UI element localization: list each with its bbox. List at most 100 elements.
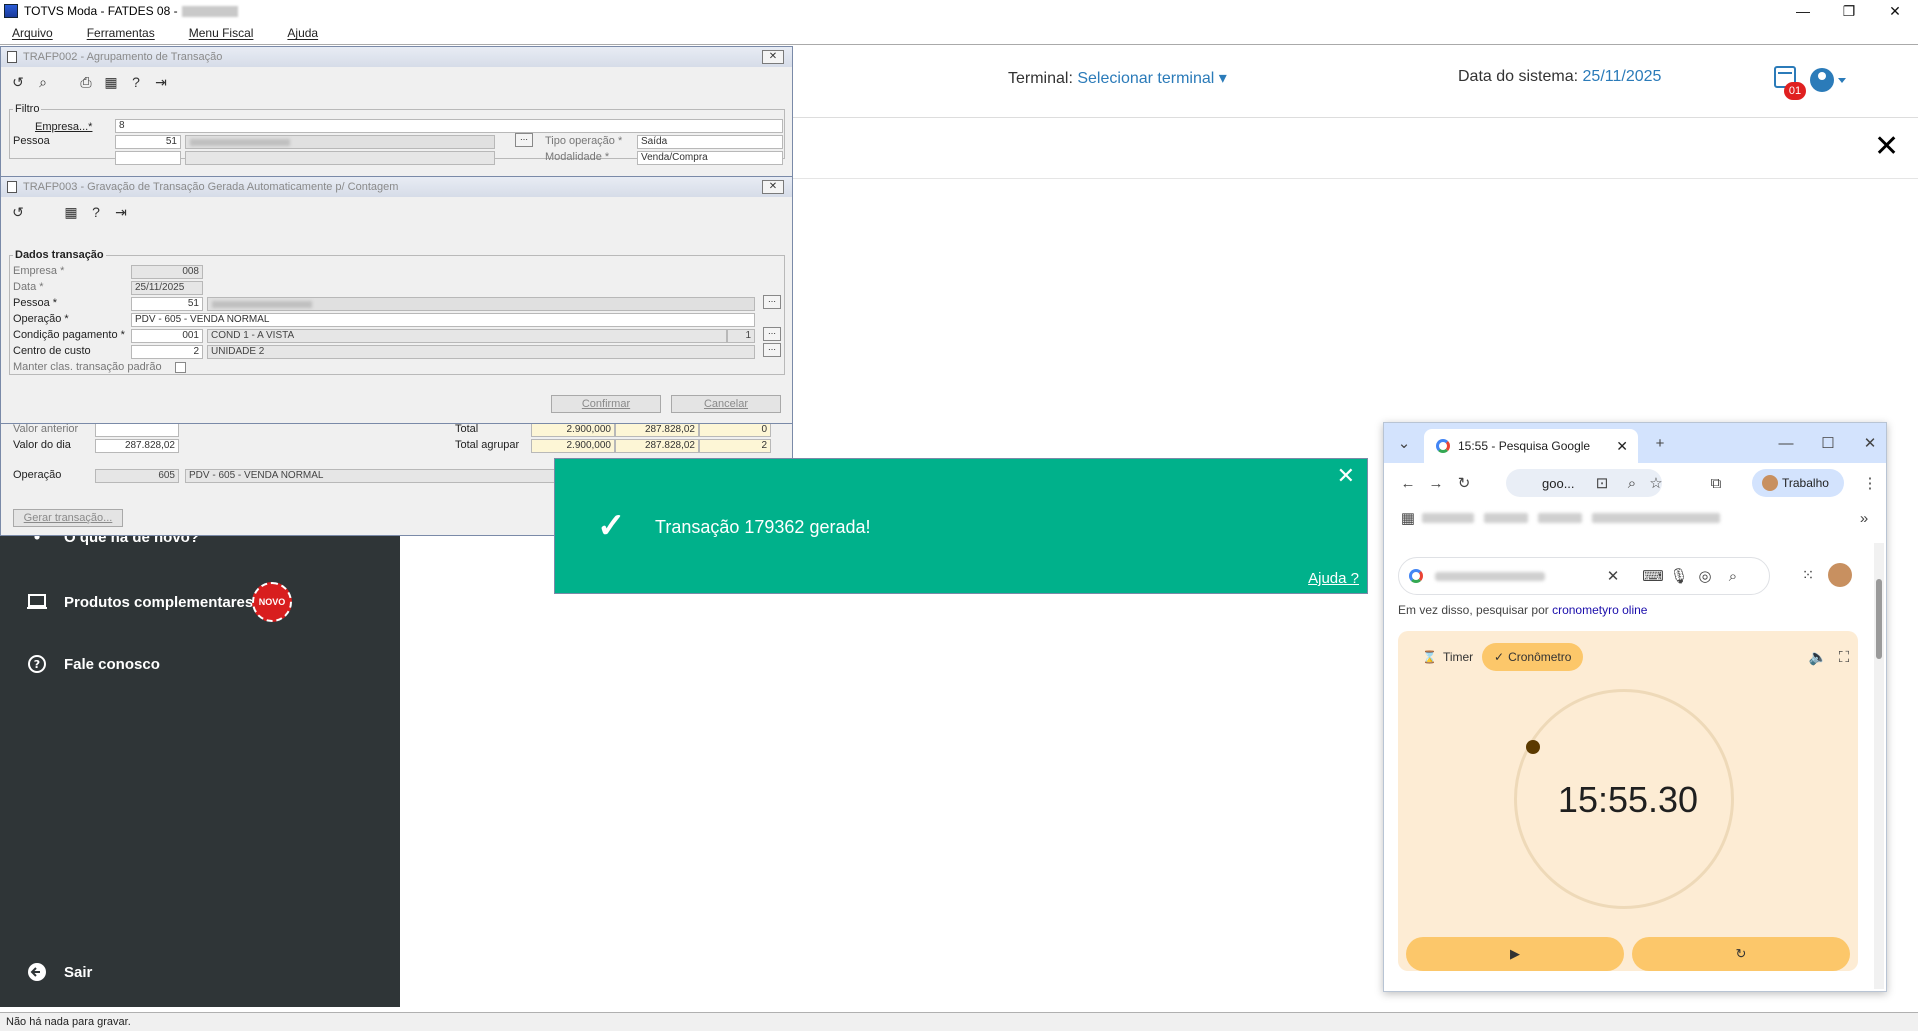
help-icon[interactable]: ? [125,73,147,91]
total-agrupar-qty: 2.900,000 [531,439,615,453]
date-label: Data do sistema: [1458,68,1579,85]
profile-chip[interactable]: Trabalho [1752,469,1844,497]
pessoa-input-2[interactable] [115,151,181,165]
modalidade-select[interactable]: Venda/Compra [637,151,783,165]
google-avatar[interactable] [1828,563,1852,587]
browser-minimize-icon[interactable]: — [1772,429,1800,457]
terminal-caret-icon[interactable]: ▾ [1219,70,1227,87]
bookmark-item[interactable] [1422,513,1474,523]
pessoa-input[interactable]: 51 [115,135,181,149]
help-circle-icon: ? [26,653,48,675]
menu-arquivo[interactable]: Arquivo [12,26,53,40]
print-icon[interactable]: ⎙ [75,73,97,91]
forward-icon[interactable]: → [1422,469,1450,497]
minimize-button[interactable]: — [1780,0,1826,22]
close-window-button[interactable]: ✕ [1872,0,1918,22]
valor-dia-input: 287.828,02 [95,439,179,453]
side-item-sair[interactable]: Sair [26,961,92,983]
cancel-button[interactable]: Cancelar [671,395,781,413]
pessoa-input[interactable]: 51 [131,297,203,311]
bookmark-item[interactable] [1484,513,1528,523]
gerar-transacao-label: Gerar transação... [23,512,113,524]
user-icon[interactable] [1810,68,1834,92]
filter-legend: Filtro [13,103,42,115]
clear-search-icon[interactable]: ✕ [1599,562,1627,590]
search-icon[interactable]: ⌕ [1719,562,1747,590]
dialog-close-button[interactable]: ✕ [762,180,784,194]
calendar-small-icon[interactable]: ▦ [60,203,82,221]
dialog-close-button[interactable]: ✕ [762,50,784,64]
maximize-button[interactable]: ❐ [1826,0,1872,22]
toast-close-icon[interactable]: ✕ [1337,465,1355,487]
gerar-transacao-button[interactable]: Gerar transação... [13,509,123,527]
toast-help-link[interactable]: Ajuda ? [1308,570,1359,587]
apps-grid-icon[interactable]: ▦ [1394,504,1422,532]
side-item-produtos[interactable]: Produtos complementares [26,591,253,613]
browser-menu-icon[interactable]: ⋮ [1856,469,1884,497]
tab-close-icon[interactable]: ✕ [1616,438,1628,455]
empresa-input[interactable]: 8 [115,119,783,133]
help-icon[interactable]: ? [85,203,107,221]
terminal-selector[interactable]: Terminal: Selecionar terminal ▾ [1008,68,1227,88]
side-item-fale-conosco[interactable]: ? Fale conosco [26,653,160,675]
browser-tabstrip: ⌄ 15:55 - Pesquisa Google ✕ + — ☐ ✕ [1384,423,1886,463]
tab-search-icon[interactable]: ⌄ [1390,429,1418,457]
extensions-icon[interactable]: ⧉ [1702,469,1730,497]
back-icon[interactable]: ← [1394,469,1422,497]
browser-close-icon[interactable]: ✕ [1856,429,1884,457]
confirm-button[interactable]: Confirmar [551,395,661,413]
mic-icon[interactable]: 🎙 [1665,562,1693,590]
fullscreen-icon[interactable]: ⛶ [1830,643,1858,671]
user-caret-icon[interactable] [1838,78,1846,83]
translate-icon[interactable]: ⊡ [1588,469,1616,497]
bookmark-star-icon[interactable]: ☆ [1642,469,1670,497]
new-tab-icon[interactable]: + [1646,429,1674,457]
bookmarks-more-icon[interactable]: » [1850,504,1878,532]
suggest-link[interactable]: cronometyro oline [1552,603,1647,617]
tipo-select[interactable]: Saída [637,135,783,149]
operacao-select[interactable]: PDV - 605 - VENDA NORMAL [131,313,755,327]
browser-tab[interactable]: 15:55 - Pesquisa Google ✕ [1424,429,1638,463]
web-close-icon[interactable]: ✕ [1874,132,1899,162]
sound-icon[interactable]: 🔈 [1804,643,1832,671]
reset-button[interactable]: ↻ [1632,937,1850,971]
total-qty: 2.900,000 [531,423,615,437]
window-titlebar: TOTVS Moda - FATDES 08 - [0,0,1918,22]
spelling-suggestion: Em vez disso, pesquisar por cronometyro … [1398,603,1647,617]
manter-label: Manter clas. transação padrão [13,361,162,373]
condicao-input[interactable]: 001 [131,329,203,343]
bookmark-item[interactable] [1592,513,1720,523]
menu-ferramentas[interactable]: Ferramentas [87,26,155,40]
exit-door-icon[interactable]: ⇥ [110,203,132,221]
play-button[interactable]: ▶ [1406,937,1624,971]
refresh-icon[interactable]: ↺ [7,203,29,221]
menu-ajuda[interactable]: Ajuda [287,26,318,40]
terminal-link[interactable]: Selecionar terminal [1077,70,1214,87]
condicao-picker-button[interactable]: ⋯ [763,327,781,341]
side-item-label: Produtos complementares [64,593,254,611]
google-search-box[interactable]: ✕ ⌨ 🎙 ◎ ⌕ [1398,557,1770,595]
check-small-icon: ✓ [1494,650,1505,664]
centro-input[interactable]: 2 [131,345,203,359]
refresh-icon[interactable]: ↺ [7,73,29,91]
keyboard-icon[interactable]: ⌨ [1639,562,1667,590]
browser-scrollbar[interactable] [1874,543,1884,989]
reload-icon[interactable]: ↻ [1450,469,1478,497]
pessoa-picker-button[interactable]: ⋯ [515,133,533,147]
menu-fiscal[interactable]: Menu Fiscal [189,26,254,40]
stopwatch-tab[interactable]: ✓ Cronômetro [1482,643,1584,671]
calendar-small-icon[interactable]: ▦ [100,73,122,91]
lens-icon[interactable]: ◎ [1691,562,1719,590]
pessoa-label: Pessoa [13,135,50,147]
browser-maximize-icon[interactable]: ☐ [1814,429,1842,457]
scrollbar-thumb[interactable] [1876,579,1882,659]
search-icon[interactable]: ⌕ [32,73,54,91]
manter-checkbox[interactable] [175,362,186,373]
exit-door-icon[interactable]: ⇥ [150,73,172,91]
pessoa-picker-button[interactable]: ⋯ [763,295,781,309]
centro-picker-button[interactable]: ⋯ [763,343,781,357]
bookmark-item[interactable] [1538,513,1582,523]
total-count: 0 [699,423,771,437]
timer-tab[interactable]: ⌛ Timer [1410,643,1485,671]
google-apps-icon[interactable]: ⁙ [1794,561,1822,589]
